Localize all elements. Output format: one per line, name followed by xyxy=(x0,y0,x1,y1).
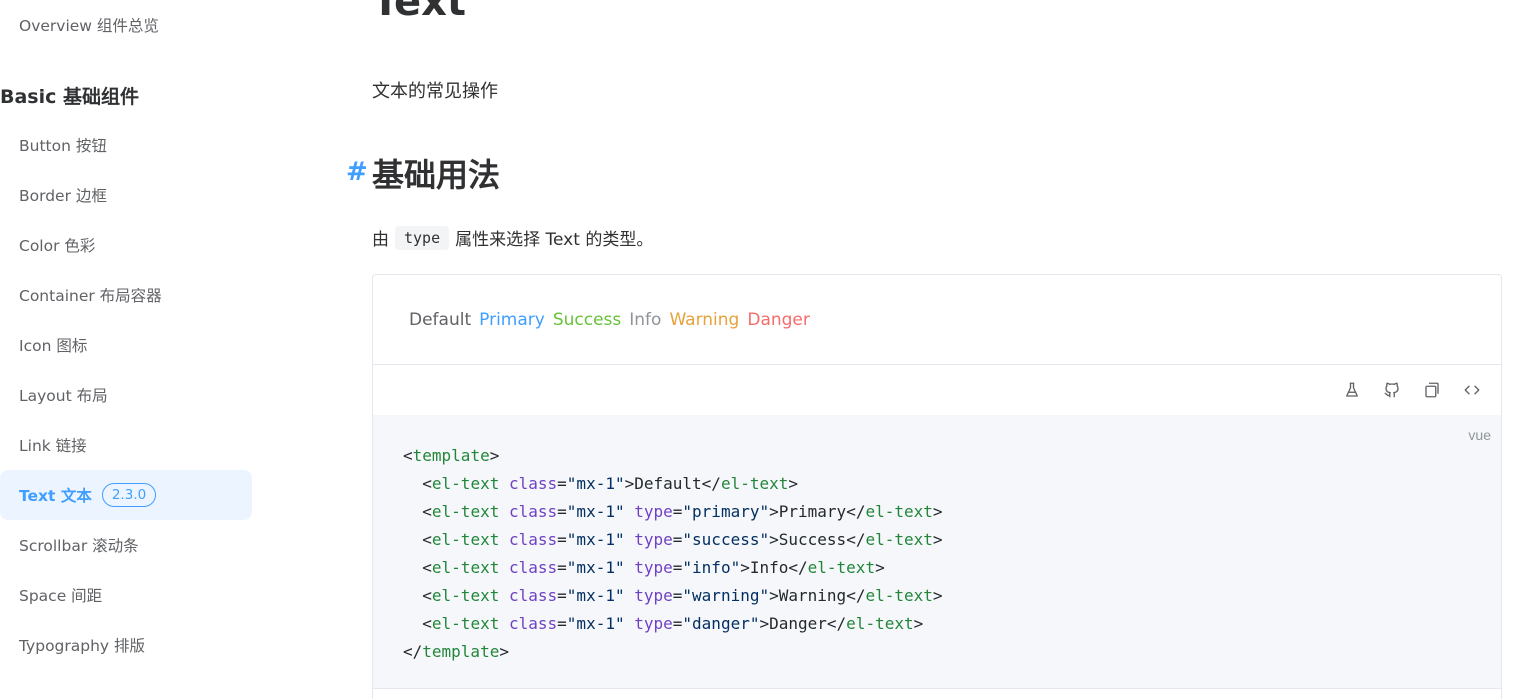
code-line: <el-text class="mx-1" type="danger">Dang… xyxy=(403,614,924,633)
sidebar-item-icon[interactable]: Icon 图标 xyxy=(0,320,252,370)
sidebar-item-layout[interactable]: Layout 布局 xyxy=(0,370,252,420)
sidebar-item-button[interactable]: Button 按钮 xyxy=(0,120,252,170)
sidebar-item-link[interactable]: Link 链接 xyxy=(0,420,252,470)
demo-toolbar xyxy=(373,365,1501,415)
code-toggle-icon[interactable] xyxy=(1461,379,1483,401)
code-block[interactable]: vue <template> <el-text class="mx-1">Def… xyxy=(373,415,1501,689)
sidebar-item-label: Space 间距 xyxy=(19,587,103,605)
sidebar-item-label: Container 布局容器 xyxy=(19,287,162,305)
inline-code-type: type xyxy=(395,225,450,250)
code-line: <el-text class="mx-1" type="warning">War… xyxy=(403,586,943,605)
sidebar-item-label: Typography 排版 xyxy=(19,637,146,655)
code-line: <el-text class="mx-1">Default</el-text> xyxy=(403,474,799,493)
sidebar-item-label: Icon 图标 xyxy=(19,337,88,355)
section-title: 基础用法 xyxy=(372,156,501,194)
sidebar-item-label: Scrollbar 滚动条 xyxy=(19,537,139,555)
sidebar-item-label: Text 文本 xyxy=(19,487,92,505)
code-line: <el-text class="mx-1" type="primary">Pri… xyxy=(403,502,943,521)
demo-block: Default Primary Success Info Warning Dan… xyxy=(372,274,1502,699)
section-desc-prefix: 由 xyxy=(372,230,389,250)
copy-icon[interactable] xyxy=(1421,379,1443,401)
demo-preview: Default Primary Success Info Warning Dan… xyxy=(373,275,1501,365)
page-description: 文本的常见操作 xyxy=(372,81,498,102)
sidebar: Overview 组件总览 Basic 基础组件 Button 按钮 Borde… xyxy=(0,0,262,699)
sidebar-item-text[interactable]: Text 文本 2.3.0 xyxy=(0,470,252,520)
page-title: Text xyxy=(372,0,467,25)
sidebar-item-label: Layout 布局 xyxy=(19,387,108,405)
text-primary: Primary xyxy=(479,309,545,330)
sidebar-item-typography[interactable]: Typography 排版 xyxy=(0,620,252,670)
sidebar-group-title: Basic 基础组件 xyxy=(0,86,140,108)
playground-icon[interactable] xyxy=(1341,379,1363,401)
sidebar-item-label: Link 链接 xyxy=(19,437,87,455)
section-anchor-link[interactable]: # xyxy=(346,157,368,187)
github-icon[interactable] xyxy=(1381,379,1403,401)
text-info: Info xyxy=(629,309,662,330)
text-warning: Warning xyxy=(669,309,740,330)
code-line: <el-text class="mx-1" type="info">Info</… xyxy=(403,558,885,577)
code-lang-tag: vue xyxy=(1468,427,1491,443)
code-line: <el-text class="mx-1" type="success">Suc… xyxy=(403,530,943,549)
text-danger: Danger xyxy=(747,309,810,330)
sidebar-item-overview[interactable]: Overview 组件总览 xyxy=(0,0,252,50)
code-line: <template> xyxy=(403,446,500,465)
sidebar-item-scrollbar[interactable]: Scrollbar 滚动条 xyxy=(0,520,252,570)
section-description: 由 type 属性来选择 Text 的类型。 xyxy=(372,225,653,250)
code-lines: <el-text class="mx-1">Default</el-text> … xyxy=(403,470,1471,638)
sidebar-item-color[interactable]: Color 色彩 xyxy=(0,220,252,270)
text-success: Success xyxy=(552,309,622,330)
section-desc-suffix: 属性来选择 Text 的类型。 xyxy=(455,230,654,250)
sidebar-item-label: Border 边框 xyxy=(19,187,107,205)
sidebar-item-space[interactable]: Space 间距 xyxy=(0,570,252,620)
sidebar-item-label: Button 按钮 xyxy=(19,137,107,155)
sidebar-item-label: Color 色彩 xyxy=(19,237,96,255)
text-default: Default xyxy=(409,309,472,330)
sidebar-item-border[interactable]: Border 边框 xyxy=(0,170,252,220)
sidebar-item-container[interactable]: Container 布局容器 xyxy=(0,270,252,320)
version-badge: 2.3.0 xyxy=(101,483,157,507)
code-line: </template> xyxy=(403,642,509,661)
